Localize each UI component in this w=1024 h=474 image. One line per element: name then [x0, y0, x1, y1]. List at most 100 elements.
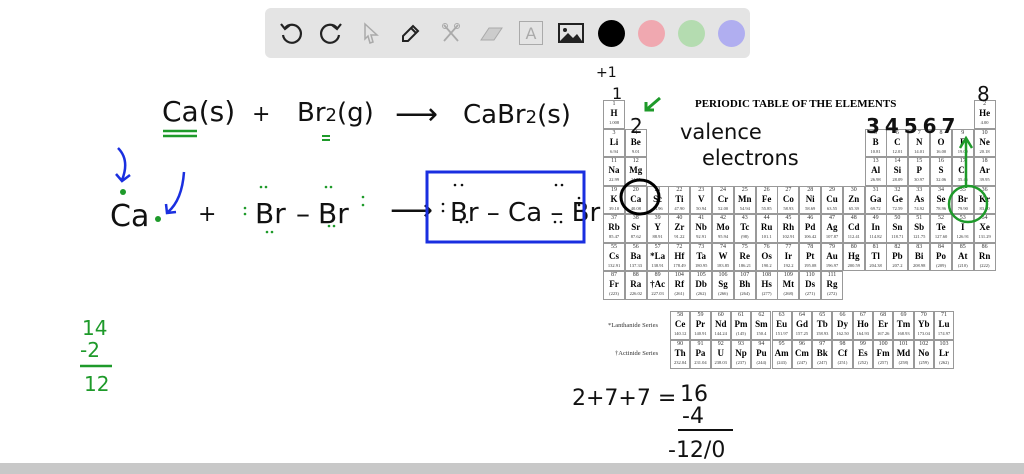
element-cell-br: 35 Br 79.90	[951, 185, 974, 214]
element-symbol: Th	[674, 348, 686, 358]
element-cell-pd: 46 Pd 106.42	[799, 214, 822, 243]
atomic-mass: 4.00	[980, 120, 989, 125]
element-cell-mn: 25 Mn 54.94	[733, 185, 756, 214]
text-tool-button[interactable]: A	[515, 17, 547, 49]
element-symbol: Ca	[630, 193, 642, 204]
color-black[interactable]	[595, 17, 627, 49]
pen-button[interactable]	[395, 17, 427, 49]
select-button[interactable]	[355, 17, 387, 49]
image-button[interactable]	[555, 17, 587, 49]
element-symbol: Al	[871, 165, 881, 175]
atomic-mass: 52.00	[717, 205, 729, 211]
atomic-number: 101	[898, 341, 908, 347]
element-symbol: Bk	[816, 348, 828, 358]
element-symbol: Rf	[674, 279, 685, 289]
atomic-number: 20	[632, 186, 639, 193]
element-symbol: Br	[957, 193, 968, 204]
atomic-mass: 101.1	[761, 234, 772, 239]
redo-button[interactable]	[315, 17, 347, 49]
atomic-mass: 87.62	[630, 234, 641, 239]
atomic-number: 65	[819, 312, 826, 318]
element-symbol: Ne	[979, 136, 990, 147]
atomic-number: 50	[894, 215, 901, 221]
select-pointer-icon	[364, 22, 379, 44]
atomic-number: 18	[981, 158, 988, 164]
atomic-number: 109	[783, 272, 793, 278]
atomic-number: 25	[741, 186, 748, 193]
atomic-number: 72	[676, 243, 683, 250]
color-swatch	[597, 19, 625, 47]
element-cell-mo: 42 Mo 95.94	[712, 214, 734, 243]
element-cell-pu: 94 Pu (244)	[751, 340, 772, 369]
element-cell-ir: 77 Ir 192.2	[777, 242, 800, 271]
undo-button[interactable]	[275, 17, 307, 49]
element-cell-ni: 28 Ni 58.69	[799, 185, 822, 214]
atomic-number: 12	[632, 158, 639, 164]
atomic-number: 21	[654, 186, 661, 193]
atomic-number: 34	[938, 186, 944, 193]
eraser-button[interactable]	[475, 17, 507, 49]
color-pink[interactable]	[635, 17, 667, 49]
element-cell-si: 14 Si 28.09	[886, 157, 909, 186]
element-cell-ba: 56 Ba 137.33	[624, 242, 647, 271]
atomic-number: 100	[878, 341, 888, 347]
atomic-number: 66	[839, 312, 846, 318]
element-cell-re: 75 Re 186.21	[733, 242, 756, 271]
element-symbol: H	[610, 108, 618, 118]
element-symbol: Sr	[631, 222, 641, 232]
atomic-number: 31	[872, 186, 879, 193]
atomic-mass: 30.97	[914, 177, 925, 182]
atomic-number: 103	[939, 341, 949, 347]
atomic-mass: 78.96	[935, 205, 947, 211]
atomic-mass: 74.92	[914, 205, 925, 211]
color-swatch	[677, 19, 705, 47]
atomic-mass: (243)	[776, 360, 787, 365]
element-cell-es: 99 Es (252)	[852, 340, 873, 369]
atomic-mass: 107.87	[825, 234, 839, 239]
atomic-mass: 58.69	[805, 205, 816, 211]
atomic-number: 32	[894, 186, 901, 193]
color-green[interactable]	[675, 17, 707, 49]
element-symbol: Ra	[630, 279, 642, 289]
scissors-button[interactable]	[435, 17, 467, 49]
element-symbol: W	[718, 250, 728, 261]
element-cell-tm: 69 Tm 168.93	[893, 311, 914, 340]
element-symbol: Bh	[739, 279, 751, 289]
element-symbol: Ba	[630, 250, 642, 261]
element-symbol: Co	[782, 193, 794, 204]
atomic-number: 111	[827, 272, 837, 278]
element-symbol: Te	[936, 222, 946, 232]
atomic-number: 99	[859, 341, 866, 347]
element-symbol: Os	[761, 250, 772, 261]
element-cell-rn: 86 Rn (222)	[973, 242, 996, 271]
atomic-mass: 39.95	[979, 177, 990, 182]
horizontal-scrollbar[interactable]	[0, 463, 1024, 474]
atomic-number: 13	[872, 158, 879, 164]
element-cell-lu: 71 Lu 174.97	[933, 311, 955, 340]
color-purple[interactable]	[715, 17, 747, 49]
element-symbol: Po	[936, 250, 946, 261]
element-symbol: As	[914, 193, 925, 204]
element-cell-u: 92 U 238.03	[710, 340, 731, 369]
element-cell-fr: 87 Fr (223)	[603, 271, 625, 300]
element-cell-ac: 89 †Ac 227.03	[646, 271, 669, 300]
atomic-mass: 39.10	[608, 205, 620, 211]
element-cell-ce: 58 Ce 140.12	[670, 311, 691, 340]
element-symbol: Sm	[755, 319, 768, 329]
atomic-mass: 54.94	[739, 205, 750, 211]
element-symbol: Tc	[740, 222, 750, 232]
atomic-mass: 232.04	[673, 360, 687, 365]
element-symbol: Kr	[979, 193, 991, 204]
atomic-mass: 168.93	[897, 331, 910, 336]
element-symbol: C	[894, 136, 901, 147]
element-symbol: Be	[630, 136, 641, 147]
image-icon	[558, 23, 584, 43]
atomic-number: 102	[919, 341, 929, 347]
atomic-number: 29	[829, 186, 835, 193]
element-symbol: Hf	[674, 250, 685, 261]
atomic-mass: (222)	[979, 262, 990, 268]
atomic-mass: 9.01	[631, 148, 640, 154]
element-cell-v: 23 V 50.94	[690, 185, 713, 214]
lewis-product: Br – Ca – Br	[450, 198, 601, 228]
atomic-number: 78	[807, 243, 814, 250]
